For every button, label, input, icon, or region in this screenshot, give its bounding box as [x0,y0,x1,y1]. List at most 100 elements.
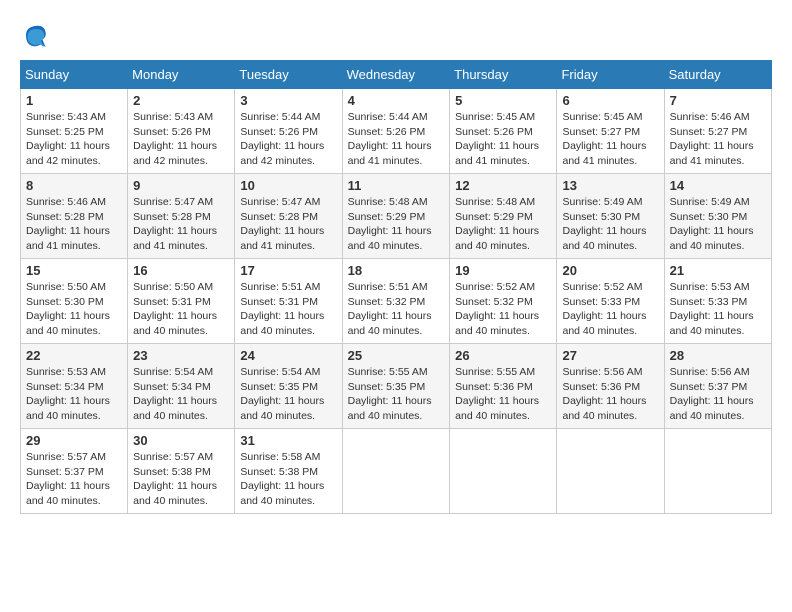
calendar-cell: 14 Sunrise: 5:49 AMSunset: 5:30 PMDaylig… [664,174,771,259]
calendar-cell: 4 Sunrise: 5:44 AMSunset: 5:26 PMDayligh… [342,89,450,174]
calendar-cell: 18 Sunrise: 5:51 AMSunset: 5:32 PMDaylig… [342,259,450,344]
day-info: Sunrise: 5:46 AMSunset: 5:27 PMDaylight:… [670,110,766,169]
calendar-header-row: SundayMondayTuesdayWednesdayThursdayFrid… [21,61,772,89]
day-number: 5 [455,93,551,108]
calendar-cell [664,429,771,514]
day-info: Sunrise: 5:46 AMSunset: 5:28 PMDaylight:… [26,195,122,254]
day-number: 8 [26,178,122,193]
day-info: Sunrise: 5:47 AMSunset: 5:28 PMDaylight:… [240,195,336,254]
day-info: Sunrise: 5:48 AMSunset: 5:29 PMDaylight:… [455,195,551,254]
day-number: 4 [348,93,445,108]
day-number: 29 [26,433,122,448]
day-number: 13 [562,178,658,193]
day-number: 19 [455,263,551,278]
day-number: 10 [240,178,336,193]
calendar-cell: 20 Sunrise: 5:52 AMSunset: 5:33 PMDaylig… [557,259,664,344]
calendar-cell: 16 Sunrise: 5:50 AMSunset: 5:31 PMDaylig… [128,259,235,344]
day-number: 25 [348,348,445,363]
day-info: Sunrise: 5:55 AMSunset: 5:35 PMDaylight:… [348,365,445,424]
calendar-cell: 23 Sunrise: 5:54 AMSunset: 5:34 PMDaylig… [128,344,235,429]
calendar-week-4: 22 Sunrise: 5:53 AMSunset: 5:34 PMDaylig… [21,344,772,429]
calendar-cell: 9 Sunrise: 5:47 AMSunset: 5:28 PMDayligh… [128,174,235,259]
day-number: 14 [670,178,766,193]
day-number: 9 [133,178,229,193]
calendar-cell: 2 Sunrise: 5:43 AMSunset: 5:26 PMDayligh… [128,89,235,174]
day-info: Sunrise: 5:57 AMSunset: 5:37 PMDaylight:… [26,450,122,509]
day-number: 20 [562,263,658,278]
logo [20,20,54,50]
day-number: 22 [26,348,122,363]
day-info: Sunrise: 5:44 AMSunset: 5:26 PMDaylight:… [240,110,336,169]
day-number: 6 [562,93,658,108]
calendar-cell [342,429,450,514]
day-info: Sunrise: 5:56 AMSunset: 5:37 PMDaylight:… [670,365,766,424]
day-number: 30 [133,433,229,448]
day-number: 16 [133,263,229,278]
day-info: Sunrise: 5:49 AMSunset: 5:30 PMDaylight:… [670,195,766,254]
calendar-week-2: 8 Sunrise: 5:46 AMSunset: 5:28 PMDayligh… [21,174,772,259]
calendar-cell: 29 Sunrise: 5:57 AMSunset: 5:37 PMDaylig… [21,429,128,514]
calendar-week-5: 29 Sunrise: 5:57 AMSunset: 5:37 PMDaylig… [21,429,772,514]
day-info: Sunrise: 5:49 AMSunset: 5:30 PMDaylight:… [562,195,658,254]
day-number: 12 [455,178,551,193]
calendar-cell: 6 Sunrise: 5:45 AMSunset: 5:27 PMDayligh… [557,89,664,174]
calendar-cell: 22 Sunrise: 5:53 AMSunset: 5:34 PMDaylig… [21,344,128,429]
calendar-cell: 19 Sunrise: 5:52 AMSunset: 5:32 PMDaylig… [450,259,557,344]
calendar-header-sunday: Sunday [21,61,128,89]
calendar-cell: 7 Sunrise: 5:46 AMSunset: 5:27 PMDayligh… [664,89,771,174]
day-info: Sunrise: 5:50 AMSunset: 5:31 PMDaylight:… [133,280,229,339]
day-number: 15 [26,263,122,278]
calendar-header-monday: Monday [128,61,235,89]
calendar-cell: 27 Sunrise: 5:56 AMSunset: 5:36 PMDaylig… [557,344,664,429]
logo-icon [20,20,50,50]
calendar-week-1: 1 Sunrise: 5:43 AMSunset: 5:25 PMDayligh… [21,89,772,174]
day-number: 27 [562,348,658,363]
day-info: Sunrise: 5:47 AMSunset: 5:28 PMDaylight:… [133,195,229,254]
day-info: Sunrise: 5:56 AMSunset: 5:36 PMDaylight:… [562,365,658,424]
day-number: 11 [348,178,445,193]
calendar-cell: 13 Sunrise: 5:49 AMSunset: 5:30 PMDaylig… [557,174,664,259]
day-info: Sunrise: 5:51 AMSunset: 5:31 PMDaylight:… [240,280,336,339]
page-header [20,20,772,50]
day-number: 23 [133,348,229,363]
calendar-header-wednesday: Wednesday [342,61,450,89]
calendar-cell: 10 Sunrise: 5:47 AMSunset: 5:28 PMDaylig… [235,174,342,259]
day-info: Sunrise: 5:54 AMSunset: 5:34 PMDaylight:… [133,365,229,424]
day-number: 3 [240,93,336,108]
day-number: 1 [26,93,122,108]
calendar-cell: 25 Sunrise: 5:55 AMSunset: 5:35 PMDaylig… [342,344,450,429]
day-info: Sunrise: 5:43 AMSunset: 5:26 PMDaylight:… [133,110,229,169]
day-number: 21 [670,263,766,278]
calendar-cell: 5 Sunrise: 5:45 AMSunset: 5:26 PMDayligh… [450,89,557,174]
calendar-cell: 3 Sunrise: 5:44 AMSunset: 5:26 PMDayligh… [235,89,342,174]
day-info: Sunrise: 5:52 AMSunset: 5:32 PMDaylight:… [455,280,551,339]
day-info: Sunrise: 5:55 AMSunset: 5:36 PMDaylight:… [455,365,551,424]
day-number: 28 [670,348,766,363]
calendar-header-friday: Friday [557,61,664,89]
day-info: Sunrise: 5:57 AMSunset: 5:38 PMDaylight:… [133,450,229,509]
calendar-cell: 26 Sunrise: 5:55 AMSunset: 5:36 PMDaylig… [450,344,557,429]
day-number: 17 [240,263,336,278]
calendar-cell: 11 Sunrise: 5:48 AMSunset: 5:29 PMDaylig… [342,174,450,259]
calendar-cell [450,429,557,514]
day-number: 26 [455,348,551,363]
calendar-cell: 21 Sunrise: 5:53 AMSunset: 5:33 PMDaylig… [664,259,771,344]
day-number: 18 [348,263,445,278]
calendar-cell: 15 Sunrise: 5:50 AMSunset: 5:30 PMDaylig… [21,259,128,344]
day-info: Sunrise: 5:53 AMSunset: 5:33 PMDaylight:… [670,280,766,339]
day-info: Sunrise: 5:45 AMSunset: 5:27 PMDaylight:… [562,110,658,169]
day-info: Sunrise: 5:50 AMSunset: 5:30 PMDaylight:… [26,280,122,339]
calendar-week-3: 15 Sunrise: 5:50 AMSunset: 5:30 PMDaylig… [21,259,772,344]
calendar-cell: 24 Sunrise: 5:54 AMSunset: 5:35 PMDaylig… [235,344,342,429]
day-info: Sunrise: 5:53 AMSunset: 5:34 PMDaylight:… [26,365,122,424]
day-number: 7 [670,93,766,108]
calendar-cell: 17 Sunrise: 5:51 AMSunset: 5:31 PMDaylig… [235,259,342,344]
calendar-header-thursday: Thursday [450,61,557,89]
calendar-cell: 30 Sunrise: 5:57 AMSunset: 5:38 PMDaylig… [128,429,235,514]
day-info: Sunrise: 5:51 AMSunset: 5:32 PMDaylight:… [348,280,445,339]
day-number: 24 [240,348,336,363]
calendar-header-tuesday: Tuesday [235,61,342,89]
calendar-cell: 31 Sunrise: 5:58 AMSunset: 5:38 PMDaylig… [235,429,342,514]
day-number: 2 [133,93,229,108]
day-info: Sunrise: 5:45 AMSunset: 5:26 PMDaylight:… [455,110,551,169]
